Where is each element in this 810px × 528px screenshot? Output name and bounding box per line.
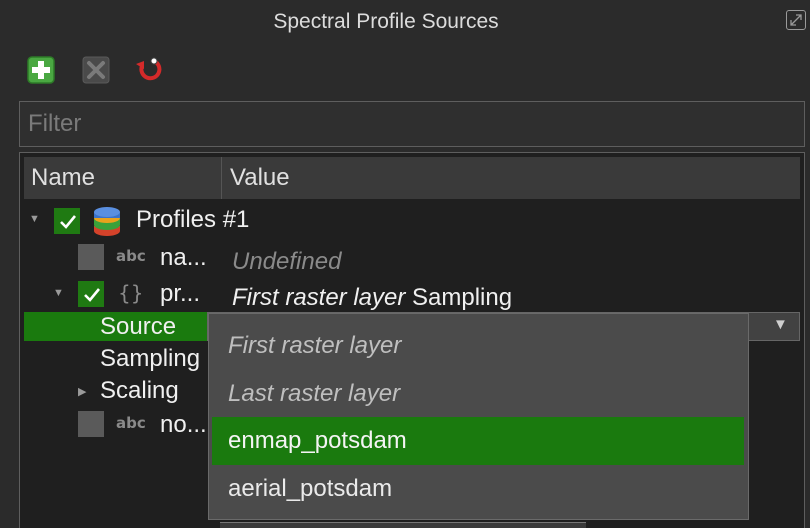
notes-field-checkbox[interactable]: [78, 411, 104, 437]
sync-arrow-icon: [136, 57, 162, 81]
chevron-down-icon[interactable]: ▼: [773, 316, 788, 333]
name-field-checkbox[interactable]: [78, 244, 104, 270]
expand-arrow-icon[interactable]: ▼: [53, 287, 64, 299]
expand-arrow-icon[interactable]: ▼: [29, 213, 40, 225]
dropdown-option-last-raster[interactable]: Last raster layer: [212, 370, 744, 418]
name-field-value: Undefined: [232, 248, 342, 275]
column-header-value[interactable]: Value: [223, 157, 800, 199]
tree-item-notes-field[interactable]: no...: [160, 411, 207, 439]
tree-header: Name Value: [24, 157, 800, 199]
profile-field-checkbox[interactable]: [78, 281, 104, 307]
profiles-checkbox[interactable]: [54, 208, 80, 234]
filter-input[interactable]: [20, 102, 804, 146]
tree-item-profiles[interactable]: Profiles #1: [136, 206, 249, 234]
value-source-part: First raster layer: [232, 284, 406, 311]
dropdown-option-enmap-potsdam[interactable]: enmap_potsdam: [212, 417, 744, 465]
tree-item-sampling[interactable]: Sampling: [100, 345, 200, 373]
remove-source-button[interactable]: [81, 55, 111, 85]
tree-item-scaling[interactable]: Scaling: [100, 377, 179, 405]
source-dropdown-list: First raster layer Last raster layer enm…: [208, 313, 749, 520]
close-icon: [82, 56, 110, 84]
tree-item-profile-field[interactable]: pr...: [160, 280, 200, 308]
add-source-button[interactable]: [26, 55, 56, 85]
sync-button[interactable]: [134, 55, 164, 85]
text-type-icon: abc: [116, 247, 146, 265]
dropdown-option-aerial-potsdam[interactable]: aerial_potsdam: [212, 465, 744, 513]
panel-title: Spectral Profile Sources: [273, 10, 499, 33]
profile-field-value: First raster layer Sampling: [232, 284, 512, 312]
horizontal-scrollbar[interactable]: [220, 522, 586, 528]
text-type-icon: abc: [116, 414, 146, 432]
tree-item-source[interactable]: Source: [100, 313, 176, 341]
expand-arrow-icon[interactable]: ▶: [78, 385, 86, 398]
json-type-icon: {}: [118, 281, 144, 305]
value-sampling-part: Sampling: [405, 284, 513, 311]
tree-item-name-field[interactable]: na...: [160, 244, 207, 272]
filter-box: [19, 101, 805, 147]
database-icon: [94, 207, 120, 236]
column-header-name[interactable]: Name: [24, 157, 222, 199]
undock-icon[interactable]: [786, 10, 806, 30]
dropdown-option-first-raster[interactable]: First raster layer: [212, 322, 744, 370]
plus-icon: [27, 56, 55, 84]
